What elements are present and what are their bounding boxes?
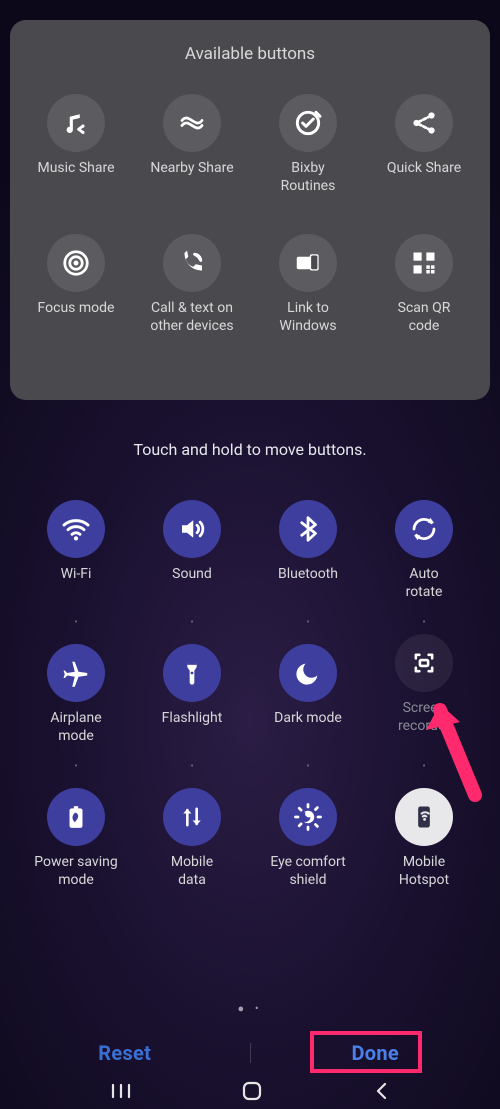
flashlight-icon <box>163 644 221 702</box>
tile-label: Bixby Routines <box>281 160 336 196</box>
tile-label: Quick Share <box>387 160 461 196</box>
nav-bar <box>0 1073 500 1109</box>
tile-label: Wi-Fi <box>61 566 92 602</box>
tile-auto-rotate[interactable]: Auto rotate <box>366 500 482 602</box>
link-to-windows-icon <box>279 234 337 292</box>
tile-label: Mobile data <box>171 854 213 890</box>
recents-button[interactable] <box>109 1082 133 1100</box>
mobile-data-icon <box>163 788 221 846</box>
qr-icon <box>395 234 453 292</box>
wifi-icon <box>47 500 105 558</box>
tile-scan-qr[interactable]: Scan QR code <box>366 234 482 336</box>
tile-label: Scan QR code <box>398 300 451 336</box>
tile-airplane-mode[interactable]: Airplane mode <box>18 644 134 746</box>
bluetooth-icon <box>279 500 337 558</box>
quick-share-icon <box>395 94 453 152</box>
tile-label: Link to Windows <box>279 300 336 336</box>
tile-mobile-data[interactable]: Mobile data <box>134 788 250 890</box>
tile-label: Airplane mode <box>50 710 101 746</box>
tile-flashlight[interactable]: Flashlight <box>134 644 250 746</box>
tile-screen-recorder[interactable]: Screen recorder <box>366 644 482 746</box>
tile-music-share[interactable]: Music Share <box>18 94 134 196</box>
screen-recorder-icon <box>395 634 453 692</box>
tile-label: Bluetooth <box>278 566 338 602</box>
tile-label: Power saving mode <box>34 854 117 890</box>
tile-eye-comfort[interactable]: Eye comfort shield <box>250 788 366 890</box>
available-buttons-grid: Music Share Nearby Share Bixby Routines … <box>18 94 482 336</box>
tile-sound[interactable]: Sound <box>134 500 250 602</box>
back-button[interactable] <box>372 1081 392 1101</box>
tile-focus-mode[interactable]: Focus mode <box>18 234 134 336</box>
tile-bluetooth[interactable]: Bluetooth <box>250 500 366 602</box>
done-button[interactable]: Done <box>251 1041 500 1065</box>
sound-icon <box>163 500 221 558</box>
bixby-routines-icon <box>279 94 337 152</box>
tile-quick-share[interactable]: Quick Share <box>366 94 482 196</box>
home-button[interactable] <box>241 1080 263 1102</box>
tile-label: Auto rotate <box>406 566 443 602</box>
tile-label: Call & text on other devices <box>150 300 233 336</box>
music-share-icon <box>47 94 105 152</box>
mobile-hotspot-icon <box>395 788 453 846</box>
tile-nearby-share[interactable]: Nearby Share <box>134 94 250 196</box>
tile-call-text-other-devices[interactable]: Call & text on other devices <box>134 234 250 336</box>
tile-label: Eye comfort shield <box>270 854 345 890</box>
tile-label: Music Share <box>37 160 114 196</box>
tile-label: Dark mode <box>274 710 342 746</box>
airplane-icon <box>47 644 105 702</box>
tile-dark-mode[interactable]: Dark mode <box>250 644 366 746</box>
auto-rotate-icon <box>395 500 453 558</box>
tile-label: Sound <box>172 566 212 602</box>
move-hint: Touch and hold to move buttons. <box>0 440 500 459</box>
call-text-icon <box>163 234 221 292</box>
tile-label: Flashlight <box>162 710 223 746</box>
tile-wifi[interactable]: Wi-Fi <box>18 500 134 602</box>
tile-label: Screen recorder <box>398 700 450 736</box>
nearby-share-icon <box>163 94 221 152</box>
tile-label: Focus mode <box>38 300 115 336</box>
tile-power-saving[interactable]: Power saving mode <box>18 788 134 890</box>
dark-mode-icon <box>279 644 337 702</box>
available-buttons-panel: Available buttons Music Share Nearby Sha… <box>10 20 490 400</box>
quick-settings-grid: Wi-Fi Sound Bluetooth Auto rotate •••• <box>18 500 482 890</box>
bottom-bar: Reset Done <box>0 1041 500 1065</box>
quick-settings-editor: Wi-Fi Sound Bluetooth Auto rotate •••• <box>18 500 482 890</box>
available-buttons-title: Available buttons <box>18 44 482 64</box>
power-saving-icon <box>47 788 105 846</box>
tile-mobile-hotspot[interactable]: Mobile Hotspot <box>366 788 482 890</box>
tile-label: Nearby Share <box>150 160 233 196</box>
eye-comfort-icon <box>279 788 337 846</box>
focus-mode-icon <box>47 234 105 292</box>
reset-button[interactable]: Reset <box>0 1041 250 1065</box>
tile-link-to-windows[interactable]: Link to Windows <box>250 234 366 336</box>
tile-bixby-routines[interactable]: Bixby Routines <box>250 94 366 196</box>
tile-label: Mobile Hotspot <box>399 854 449 890</box>
page-indicator: ● • <box>0 1002 500 1015</box>
